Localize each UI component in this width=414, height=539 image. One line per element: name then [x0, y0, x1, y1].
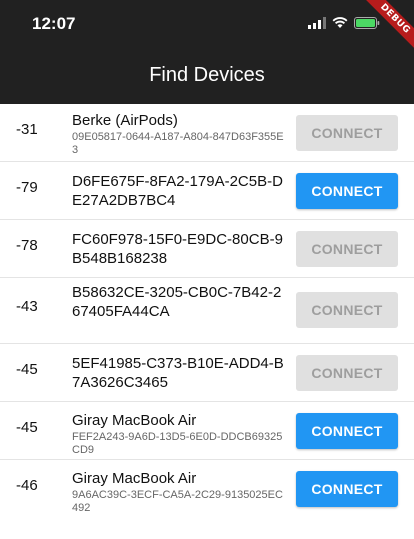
connect-button[interactable]: CONNECT — [296, 115, 398, 151]
device-name: Berke (AirPods) — [72, 112, 178, 129]
rssi-value: -78 — [16, 237, 38, 254]
device-info: D6FE675F-8FA2-179A-2C5B-DE27A2DB7BC4 — [72, 172, 287, 210]
device-list: -31 Berke (AirPods) 09E05817-0644-A187-A… — [0, 104, 414, 518]
device-id: FEF2A243-9A6D-13D5-6E0D-DDCB69325CD9 — [72, 431, 283, 456]
device-info: Berke (AirPods) 09E05817-0644-A187-A804-… — [72, 111, 287, 157]
app-bar: 12:07 DEBUG Find Devices — [0, 0, 414, 104]
device-name: B58632CE-3205-CB0C-7B42-267405FA44CA — [72, 284, 282, 320]
device-id: 09E05817-0644-A187-A804-847D63F355E3 — [72, 131, 284, 156]
list-item: -78 FC60F978-15F0-E9DC-80CB-9B548B168238… — [0, 220, 414, 278]
rssi-value: -45 — [16, 419, 38, 436]
list-item: -43 B58632CE-3205-CB0C-7B42-267405FA44CA… — [0, 278, 414, 344]
device-name: FC60F978-15F0-E9DC-80CB-9B548B168238 — [72, 231, 283, 267]
connect-button[interactable]: CONNECT — [296, 292, 398, 328]
device-info: Giray MacBook Air FEF2A243-9A6D-13D5-6E0… — [72, 411, 287, 457]
list-item: -31 Berke (AirPods) 09E05817-0644-A187-A… — [0, 104, 414, 162]
connect-button[interactable]: CONNECT — [296, 231, 398, 267]
list-item: -46 Giray MacBook Air 9A6AC39C-3ECF-CA5A… — [0, 460, 414, 518]
connect-button[interactable]: CONNECT — [296, 355, 398, 391]
wifi-icon — [332, 17, 348, 29]
list-item: -79 D6FE675F-8FA2-179A-2C5B-DE27A2DB7BC4… — [0, 162, 414, 220]
device-info: Giray MacBook Air 9A6AC39C-3ECF-CA5A-2C2… — [72, 469, 287, 515]
device-info: FC60F978-15F0-E9DC-80CB-9B548B168238 — [72, 230, 287, 268]
list-item: -45 Giray MacBook Air FEF2A243-9A6D-13D5… — [0, 402, 414, 460]
device-info: 5EF41985-C373-B10E-ADD4-B7A3626C3465 — [72, 354, 287, 392]
rssi-value: -43 — [16, 298, 38, 315]
rssi-value: -45 — [16, 361, 38, 378]
page-title: Find Devices — [149, 64, 265, 86]
connect-button[interactable]: CONNECT — [296, 471, 398, 507]
signal-icon — [308, 17, 326, 29]
rssi-value: -31 — [16, 121, 38, 138]
status-icons — [308, 17, 380, 29]
rssi-value: -79 — [16, 179, 38, 196]
device-name: Giray MacBook Air — [72, 470, 197, 487]
battery-icon — [354, 17, 380, 29]
device-name: Giray MacBook Air — [72, 412, 197, 429]
device-id: 9A6AC39C-3ECF-CA5A-2C29-9135025EC492 — [72, 489, 283, 514]
device-info: B58632CE-3205-CB0C-7B42-267405FA44CA — [72, 283, 287, 321]
list-item: -45 5EF41985-C373-B10E-ADD4-B7A3626C3465… — [0, 344, 414, 402]
status-time: 12:07 — [32, 14, 76, 33]
rssi-value: -46 — [16, 477, 38, 494]
device-name: D6FE675F-8FA2-179A-2C5B-DE27A2DB7BC4 — [72, 173, 283, 209]
connect-button[interactable]: CONNECT — [296, 173, 398, 209]
connect-button[interactable]: CONNECT — [296, 413, 398, 449]
device-name: 5EF41985-C373-B10E-ADD4-B7A3626C3465 — [72, 355, 284, 391]
